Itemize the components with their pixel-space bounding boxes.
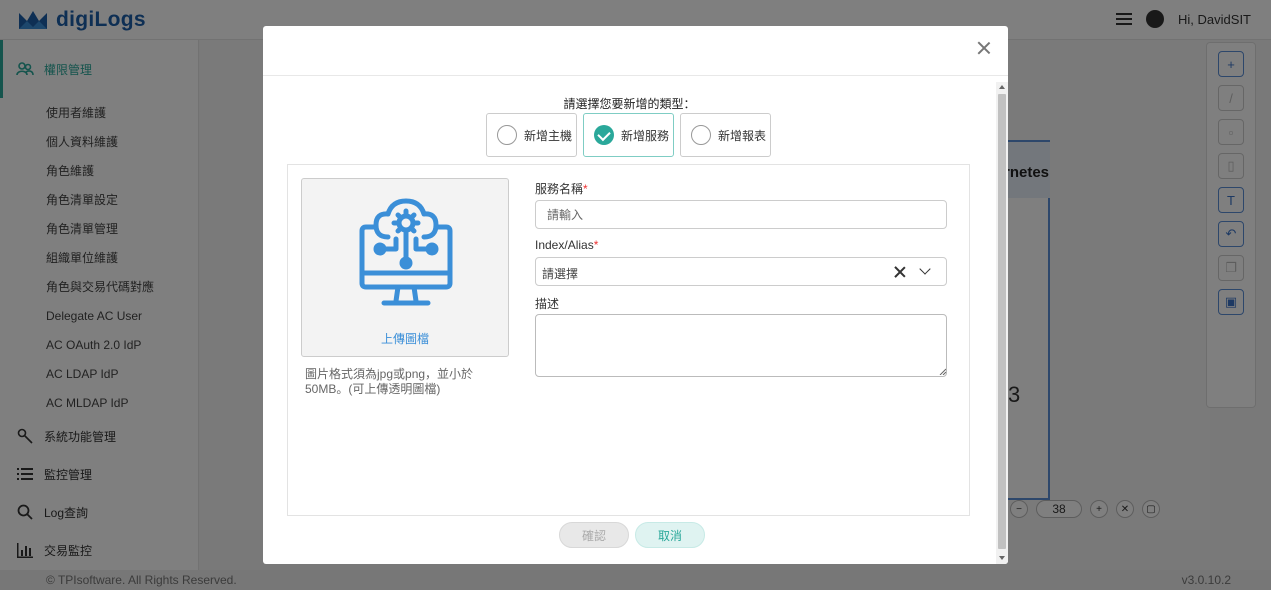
type-option-label: 新增報表 — [718, 128, 767, 143]
chevron-down-icon[interactable] — [919, 263, 931, 275]
dialog-header — [263, 26, 1008, 76]
type-option-service[interactable]: 新增服務 — [583, 113, 674, 157]
clear-icon[interactable] — [894, 266, 906, 278]
upload-hint: 圖片格式須為jpg或png，並小於50MB。(可上傳透明圖檔) — [305, 367, 474, 396]
radio-checked-icon — [594, 125, 614, 145]
service-name-label: 服務名稱* — [535, 180, 588, 197]
upload-image-link[interactable]: 上傳圖檔 — [302, 330, 508, 347]
image-upload-area[interactable]: 上傳圖檔 — [301, 178, 509, 357]
index-alias-value: 請選擇 — [542, 267, 579, 281]
service-name-label-text: 服務名稱 — [535, 182, 584, 196]
radio-unchecked-icon — [497, 125, 517, 145]
index-alias-label: Index/Alias* — [535, 238, 598, 252]
service-form: 上傳圖檔 圖片格式須為jpg或png，並小於50MB。(可上傳透明圖檔) 服務名… — [287, 164, 970, 516]
type-option-host[interactable]: 新增主機 — [486, 113, 577, 157]
close-icon[interactable] — [976, 40, 992, 56]
scroll-down-icon[interactable] — [999, 556, 1005, 560]
description-label: 描述 — [535, 297, 560, 311]
cancel-button[interactable]: 取消 — [635, 522, 705, 548]
required-mark: * — [583, 182, 588, 196]
type-option-label: 新增服務 — [621, 128, 670, 143]
scroll-thumb[interactable] — [998, 94, 1006, 549]
radio-unchecked-icon — [691, 125, 711, 145]
dialog-scrollbar[interactable] — [996, 82, 1008, 564]
scroll-up-icon[interactable] — [999, 85, 1005, 89]
index-alias-label-text: Index/Alias — [535, 238, 594, 252]
confirm-button[interactable]: 確認 — [559, 522, 629, 548]
cloud-computer-icon — [359, 198, 453, 306]
type-option-report[interactable]: 新增報表 — [680, 113, 771, 157]
resize-grip-icon[interactable] — [939, 368, 946, 375]
description-textarea[interactable] — [535, 314, 947, 377]
type-prompt: 請選擇您要新增的類型： — [563, 97, 696, 111]
index-alias-select[interactable]: 請選擇 — [535, 257, 947, 286]
add-item-dialog: 請選擇您要新增的類型： 新增主機 新增服務 新增報表 上傳圖檔 圖片格式須為jp… — [263, 26, 1008, 564]
type-option-label: 新增主機 — [524, 128, 573, 143]
type-options: 新增主機 新增服務 新增報表 — [486, 113, 771, 157]
service-name-input[interactable] — [535, 200, 947, 229]
required-mark: * — [593, 238, 599, 252]
